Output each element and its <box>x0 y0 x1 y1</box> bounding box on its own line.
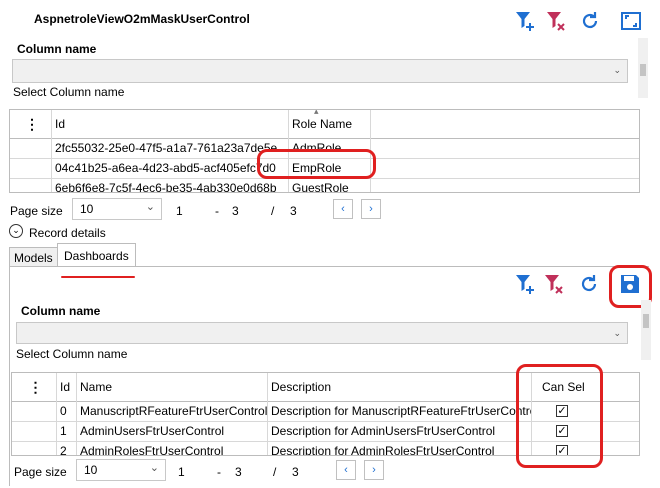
tab-panel-border <box>9 266 10 486</box>
page-size-label: Page size <box>14 465 67 479</box>
chevron-left-icon: ‹ <box>344 464 348 476</box>
previous-page-button[interactable]: ‹ <box>336 460 356 480</box>
row-selector[interactable] <box>12 401 57 421</box>
column-name-select[interactable]: ⌄ <box>16 322 628 344</box>
scrollbar[interactable] <box>638 38 648 98</box>
column-menu-icon[interactable]: ⋮ <box>10 110 52 138</box>
highlight-emprole <box>257 149 376 179</box>
grid-header: ⋮ Id Role Name ▴ <box>10 110 639 139</box>
column-name-hint: Select Column name <box>16 347 128 361</box>
sort-ascending-icon: ▴ <box>314 109 319 116</box>
chevron-down-icon: ⌄ <box>613 65 621 75</box>
cell-description: Description for AdminUsersFtrUserControl <box>268 421 532 441</box>
filter-clear-icon[interactable] <box>541 271 567 297</box>
tab-underline-highlight <box>61 276 135 278</box>
header-role-name-label: Role Name <box>292 117 353 131</box>
window-title: AspnetroleViewO2mMaskUserControl <box>34 12 250 26</box>
page-total: 3 <box>290 204 297 218</box>
page-total: 3 <box>292 465 299 479</box>
header-description[interactable]: Description <box>268 373 532 401</box>
page-size-value: 10 <box>84 463 98 477</box>
refresh-icon[interactable] <box>576 271 602 297</box>
filter-clear-icon[interactable] <box>543 8 569 34</box>
maximize-icon[interactable] <box>618 8 644 34</box>
filter-add-icon[interactable] <box>512 271 538 297</box>
row-selector[interactable] <box>12 441 57 455</box>
row-selector[interactable] <box>10 138 52 158</box>
tab-dashboards[interactable]: Dashboards <box>57 243 136 267</box>
page-size-value: 10 <box>80 202 94 216</box>
cell-role-name: GuestRole <box>289 178 371 192</box>
header-id[interactable]: Id <box>52 110 289 138</box>
cell-name: ManuscriptRFeatureFtrUserControl <box>77 401 268 421</box>
page-range-dash: - <box>217 465 221 479</box>
cell-id: 04c41b25-a6ea-4d23-abd5-acf405efc7d0 <box>52 158 289 178</box>
column-name-hint: Select Column name <box>13 85 125 99</box>
row-selector[interactable] <box>10 178 52 192</box>
cell-description: Description for ManuscriptRFeatureFtrUse… <box>268 401 532 421</box>
column-menu-icon[interactable]: ⋮ <box>12 373 57 401</box>
page-size-label: Page size <box>10 204 63 218</box>
page-slash: / <box>273 465 277 479</box>
table-row[interactable]: 6eb6f6e8-7c5f-4ec6-be35-4ab330e0d68b Gue… <box>10 178 639 192</box>
header-id[interactable]: Id <box>57 373 77 401</box>
tab-models[interactable]: Models <box>9 247 58 266</box>
page-slash: / <box>271 204 275 218</box>
tab-divider <box>9 266 649 267</box>
page-number: 1 <box>176 204 183 218</box>
cell-name: AdminRolesFtrUserControl <box>77 441 268 455</box>
page-number: 1 <box>178 465 185 479</box>
header-role-name[interactable]: Role Name <box>289 110 371 138</box>
highlight-can-sel <box>516 364 603 468</box>
cell-name: AdminUsersFtrUserControl <box>77 421 268 441</box>
expand-toggle-icon[interactable]: ⌄ <box>9 224 23 238</box>
next-page-button[interactable]: › <box>361 199 381 219</box>
page-size-select[interactable]: 10 ⌄ <box>72 198 162 220</box>
scrollbar[interactable] <box>641 300 651 360</box>
column-name-label: Column name <box>17 42 97 56</box>
page-size-select[interactable]: 10 ⌄ <box>76 459 166 481</box>
record-details-label[interactable]: Record details <box>29 226 106 240</box>
cell-id: 2 <box>57 441 77 455</box>
page-range-dash: - <box>215 204 219 218</box>
column-name-label: Column name <box>21 304 101 318</box>
chevron-down-icon: ⌄ <box>149 462 159 474</box>
cell-description: Description for AdminRolesFtrUserControl <box>268 441 532 455</box>
cell-id: 0 <box>57 401 77 421</box>
chevron-down-icon: ⌄ <box>613 328 621 338</box>
cell-id: 2fc55032-25e0-47f5-a1a7-761a23a7de5e <box>52 138 289 158</box>
page-item-count: 3 <box>235 465 242 479</box>
row-selector[interactable] <box>10 158 52 178</box>
column-name-select[interactable]: ⌄ <box>12 59 628 83</box>
chevron-left-icon: ‹ <box>341 203 345 215</box>
previous-page-button[interactable]: ‹ <box>333 199 353 219</box>
cell-id: 1 <box>57 421 77 441</box>
filter-add-icon[interactable] <box>512 8 538 34</box>
header-name[interactable]: Name <box>77 373 268 401</box>
cell-id: 6eb6f6e8-7c5f-4ec6-be35-4ab330e0d68b <box>52 178 289 192</box>
page-item-count: 3 <box>232 204 239 218</box>
chevron-down-icon: ⌄ <box>145 201 155 213</box>
refresh-icon[interactable] <box>577 8 603 34</box>
chevron-right-icon: › <box>369 203 373 215</box>
row-selector[interactable] <box>12 421 57 441</box>
chevron-right-icon: › <box>372 464 376 476</box>
next-page-button[interactable]: › <box>364 460 384 480</box>
